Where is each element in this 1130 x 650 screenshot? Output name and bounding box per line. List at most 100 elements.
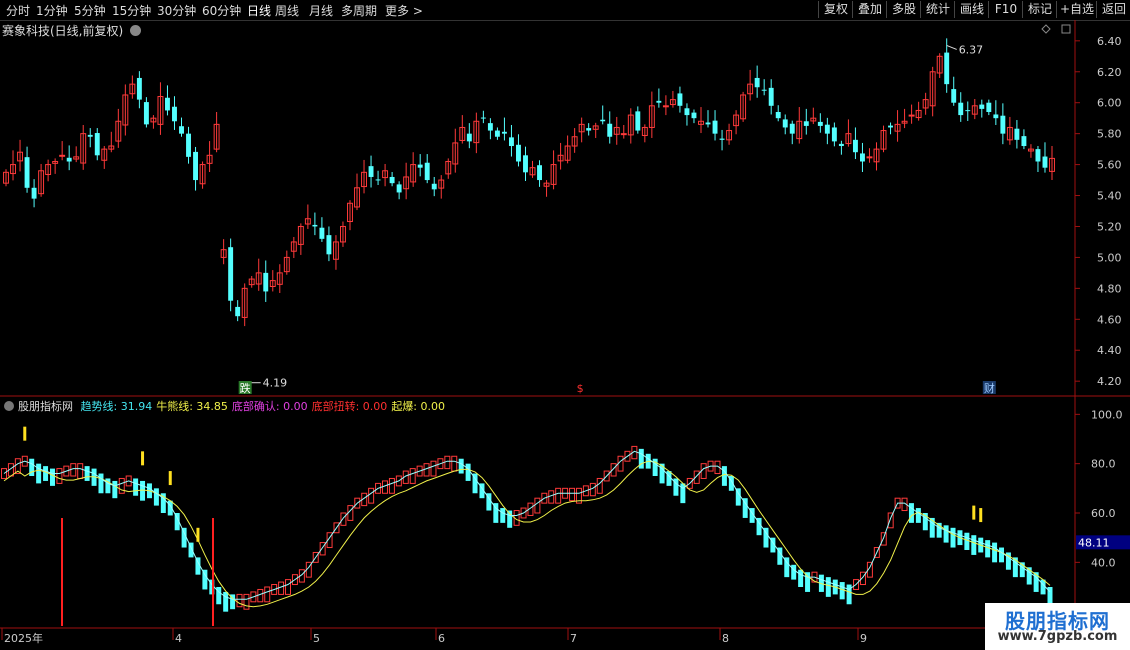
- signal-bar: [972, 505, 976, 520]
- ind-column: [458, 458, 464, 474]
- ind-tick-label: 60.0: [1091, 507, 1116, 520]
- high-pointer: [946, 45, 957, 50]
- signal-bar: [979, 508, 983, 523]
- ind-column: [368, 487, 375, 504]
- candle-body: [662, 105, 669, 108]
- ind-column: [500, 508, 506, 523]
- ind-tick-label: 80.0: [1091, 458, 1116, 471]
- candle-body: [691, 112, 697, 119]
- ind-column: [846, 584, 852, 605]
- price-tick-label: 6.00: [1097, 97, 1122, 110]
- ind-column: [839, 582, 845, 600]
- candle-body: [87, 134, 93, 137]
- ind-column: [381, 480, 388, 494]
- low-label: 4.19: [263, 377, 288, 390]
- candle-body: [179, 126, 184, 134]
- ind-column: [77, 463, 84, 479]
- candle-body: [494, 130, 500, 137]
- signal-bar: [141, 451, 145, 466]
- candle-body: [312, 224, 318, 227]
- candle-body: [368, 166, 374, 177]
- event-marker-2: 财: [984, 381, 995, 395]
- date-label-3: 6: [438, 632, 445, 645]
- ind-column: [680, 483, 686, 504]
- candle-body: [677, 93, 683, 106]
- candle-body: [944, 52, 950, 85]
- candle-body: [859, 153, 865, 162]
- ind-tick-label: 100.0: [1091, 408, 1123, 421]
- ind-column: [423, 463, 430, 477]
- candle-body: [1042, 156, 1048, 168]
- ind-column: [236, 593, 243, 608]
- candle-body: [235, 306, 241, 317]
- ind-column: [84, 466, 90, 481]
- date-label-1: 4: [175, 632, 182, 645]
- candle-body: [993, 114, 999, 119]
- candle-body: [782, 119, 788, 128]
- candle-body: [656, 100, 662, 103]
- ind-column: [118, 477, 125, 494]
- price-tick-label: 4.80: [1097, 282, 1122, 295]
- ind-column: [964, 532, 970, 550]
- ind-column: [430, 460, 437, 477]
- candle-body: [831, 127, 837, 142]
- candle-body: [59, 154, 66, 157]
- ind-column: [223, 591, 229, 612]
- candle-body: [94, 133, 100, 156]
- ind-column: [409, 468, 416, 484]
- candle-body: [789, 123, 795, 134]
- candle-body: [263, 272, 269, 292]
- signal-bar: [196, 527, 200, 542]
- ind-column: [278, 581, 285, 595]
- price-tick-label: 5.60: [1097, 159, 1122, 172]
- candle-body: [586, 128, 592, 131]
- ind-column: [534, 497, 541, 514]
- candle-body: [965, 110, 971, 112]
- candle-body: [600, 119, 606, 122]
- ind-column: [992, 542, 998, 563]
- watermark-url: www.7gpzb.com: [997, 629, 1118, 644]
- candle-body: [1035, 149, 1041, 162]
- candle-body: [761, 89, 767, 91]
- price-tick-label: 5.80: [1097, 128, 1122, 141]
- ind-column: [451, 455, 458, 472]
- ind-column: [202, 569, 208, 590]
- ind-column: [943, 525, 949, 543]
- candle-body: [389, 176, 395, 184]
- ind-column: [971, 535, 977, 555]
- candle-body: [768, 87, 774, 106]
- candle-body: [431, 183, 437, 190]
- current-value-label: 48.11: [1078, 536, 1110, 549]
- candle-body: [1014, 128, 1020, 140]
- price-tick-label: 4.60: [1097, 313, 1122, 326]
- ind-column: [133, 478, 139, 496]
- price-tick-label: 5.40: [1097, 190, 1122, 203]
- candle-body: [712, 120, 718, 134]
- candle-body: [719, 138, 725, 140]
- chart-canvas[interactable]: 4.20 4.40 4.60 4.80 5.00 5.20 5.40 5.60 5.80 6.00…: [0, 0, 1130, 650]
- candle-body: [754, 77, 760, 88]
- event-marker-1: $: [577, 382, 584, 395]
- candle-body: [417, 164, 423, 168]
- ind-column: [555, 487, 562, 504]
- candle-body: [508, 137, 514, 147]
- ind-column: [950, 527, 956, 548]
- ind-column: [825, 577, 831, 597]
- candle-body: [186, 133, 191, 157]
- ind-tick-label: 40.0: [1091, 556, 1116, 569]
- candle-body: [165, 97, 170, 111]
- candle-body: [516, 144, 521, 162]
- candle-body: [396, 184, 402, 193]
- candle-body: [684, 108, 690, 116]
- price-tick-label: 6.40: [1097, 35, 1122, 48]
- candle-body: [1021, 136, 1027, 147]
- candle-body: [986, 102, 992, 112]
- ind-column: [285, 579, 292, 595]
- ind-column: [465, 463, 471, 481]
- ind-column: [915, 508, 921, 523]
- candle-body: [979, 104, 985, 109]
- date-label-4: 7: [570, 632, 577, 645]
- ind-column: [798, 569, 804, 587]
- diamond-icon: [1041, 24, 1051, 34]
- candle-body: [31, 187, 37, 199]
